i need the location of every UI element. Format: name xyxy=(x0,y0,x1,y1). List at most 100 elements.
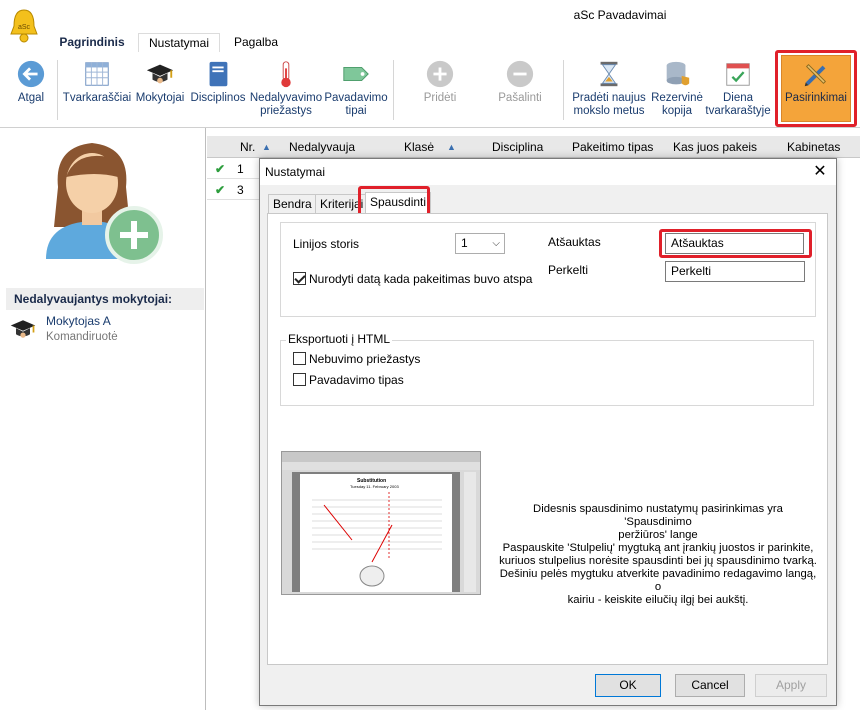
absent-teacher-name[interactable]: Mokytojas A xyxy=(46,314,111,328)
table-row[interactable]: ✔ 1 xyxy=(207,159,260,179)
timetables-label: Tvarkaraščiai xyxy=(62,92,132,104)
info-line: Dešiniu pelės mygtuku atverkite pavadini… xyxy=(499,568,817,593)
teachers-button[interactable]: Mokytojai xyxy=(132,56,188,124)
apply-button[interactable]: Apply xyxy=(755,674,827,697)
info-line: Didesnis spausdinimo nustatymų pasirinki… xyxy=(533,503,783,528)
export-substitution-type-row[interactable]: Pavadavimo tipas xyxy=(293,373,404,387)
app-title: aSc Pavadavimai xyxy=(573,8,667,22)
tab-general[interactable]: Bendra xyxy=(268,194,317,214)
check-icon: ✔ xyxy=(215,162,226,176)
column-class[interactable]: Klasė xyxy=(404,136,434,158)
export-absence-reasons-checkbox[interactable] xyxy=(293,352,306,365)
pencil-ruler-icon xyxy=(804,63,827,87)
dialog-title-bar xyxy=(260,159,836,185)
sort-arrow-icon: ▲ xyxy=(447,142,456,152)
export-absence-reasons-row[interactable]: Nebuvimo priežastys xyxy=(293,352,420,366)
app-logo-text: aSc xyxy=(18,24,31,31)
column-room[interactable]: Kabinetas xyxy=(787,136,840,158)
custom-settings-button[interactable]: Pasirinkimai xyxy=(781,55,851,122)
absence-reasons-label-2: priežastys xyxy=(260,105,312,117)
check-icon: ✔ xyxy=(215,183,226,197)
dialog-title: Nustatymai xyxy=(265,165,326,179)
back-label: Atgal xyxy=(17,92,45,104)
cancelled-field[interactable]: Atšauktas xyxy=(665,233,804,254)
plus-circle-icon xyxy=(426,60,454,88)
chevron-down-icon: ⌵ xyxy=(492,238,500,249)
cancel-button[interactable]: Cancel xyxy=(675,674,745,697)
column-subject[interactable]: Disciplina xyxy=(492,136,543,158)
day-timetable-label-1: Diena xyxy=(722,92,754,104)
ribbon-separator xyxy=(57,60,58,120)
column-absent[interactable]: Nedalyvauja xyxy=(289,136,355,158)
backup-label-1: Rezervinė xyxy=(651,92,703,104)
backup-button[interactable]: Rezervinė kopija xyxy=(650,56,704,124)
new-school-year-label-2: mokslo metus xyxy=(573,105,645,117)
graduation-cap-icon xyxy=(146,64,174,84)
hourglass-icon xyxy=(600,61,618,87)
add-teacher-avatar-icon xyxy=(46,143,163,264)
column-substitution-type[interactable]: Pakeitimo tipas xyxy=(572,136,653,158)
timetable-grid-icon xyxy=(85,62,109,86)
absent-teacher-reason: Komandiruotė xyxy=(46,331,118,343)
column-nr[interactable]: Nr. xyxy=(240,136,255,158)
remove-button[interactable]: Pašalinti xyxy=(488,56,552,124)
ribbon-separator xyxy=(393,60,394,120)
date-checkbox[interactable] xyxy=(293,272,306,285)
date-checkbox-row[interactable]: Nurodyti datą kada pakeitimas buvo atspa xyxy=(293,272,532,286)
print-tab-highlight-frame xyxy=(358,186,430,216)
back-button[interactable]: Atgal xyxy=(6,56,56,124)
line-width-select[interactable]: 1 ⌵ xyxy=(455,233,505,254)
backup-label-2: kopija xyxy=(661,105,693,117)
date-checkbox-label: Nurodyti datą kada pakeitimas buvo atspa xyxy=(309,272,533,286)
info-line: Paspauskite 'Stulpelių' mygtuką ant įran… xyxy=(502,542,814,554)
absent-teachers-header: Nedalyvaujantys mokytojai: xyxy=(6,288,204,310)
tab-pagrindinis[interactable]: Pagrindinis xyxy=(52,33,132,52)
export-substitution-type-label: Pavadavimo tipas xyxy=(309,373,404,387)
table-row[interactable]: ✔ 3 xyxy=(207,180,260,200)
minus-circle-icon xyxy=(506,60,534,88)
print-preview-thumbnail: Substitution Tuesday 11. February 2003 xyxy=(281,451,481,595)
moved-field[interactable]: Perkelti xyxy=(665,261,805,282)
line-width-value: 1 xyxy=(461,236,468,250)
cancelled-label: Atšauktas xyxy=(548,235,601,249)
row-nr: 1 xyxy=(237,162,244,176)
settings-dialog: Nustatymai ✕ Bendra Kriterijai Spausdint… xyxy=(259,158,837,706)
tab-nustatymai[interactable]: Nustatymai xyxy=(138,33,220,52)
day-timetable-label-2: tvarkaraštyje xyxy=(705,105,771,117)
back-arrow-icon xyxy=(17,60,45,88)
timetables-button[interactable]: Tvarkaraščiai xyxy=(62,56,132,124)
calendar-check-icon xyxy=(726,63,750,86)
new-school-year-button[interactable]: Pradėti naujus mokslo metus xyxy=(568,56,650,124)
ribbon-separator xyxy=(563,60,564,120)
info-line: kuriuos stulpelius norėsite spausdinti b… xyxy=(499,555,817,567)
grid-header: Nr. ▲ Nedalyvauja Klasė ▲ Disciplina Pak… xyxy=(207,136,860,158)
print-info-text: Didesnis spausdinimo nustatymų pasirinki… xyxy=(499,503,817,607)
teachers-label: Mokytojai xyxy=(135,92,185,104)
subjects-label: Disciplinos xyxy=(190,92,246,104)
custom-settings-label: Pasirinkimai xyxy=(785,92,847,104)
info-line: peržiūros' lange xyxy=(618,529,698,541)
column-substitute[interactable]: Kas juos pakeis xyxy=(673,136,757,158)
subjects-button[interactable]: Disciplinos xyxy=(188,56,248,124)
thermometer-icon xyxy=(281,61,291,88)
database-icon xyxy=(666,61,690,86)
tag-icon xyxy=(343,66,369,82)
absence-reasons-button[interactable]: Nedalyvavimo priežastys xyxy=(248,56,324,124)
new-school-year-label-1: Pradėti naujus xyxy=(572,92,646,104)
export-substitution-type-checkbox[interactable] xyxy=(293,373,306,386)
day-timetable-button[interactable]: Diena tvarkaraštyje xyxy=(704,56,772,124)
sort-arrow-icon: ▲ xyxy=(262,142,271,152)
add-absent-teacher-button[interactable] xyxy=(36,137,164,267)
tab-pagalba[interactable]: Pagalba xyxy=(224,33,288,52)
ok-button[interactable]: OK xyxy=(595,674,661,697)
teacher-cap-icon xyxy=(8,315,38,343)
add-label: Pridėti xyxy=(423,92,457,104)
substitution-types-label-1: Pavadavimo xyxy=(324,92,388,104)
export-absence-reasons-label: Nebuvimo priežastys xyxy=(309,352,421,366)
export-html-group-label: Eksportuoti į HTML xyxy=(286,332,393,346)
add-button[interactable]: Pridėti xyxy=(410,56,470,124)
book-icon xyxy=(209,61,228,87)
print-tab-page: Linijos storis 1 ⌵ Nurodyti datą kada pa… xyxy=(267,213,828,665)
close-icon[interactable]: ✕ xyxy=(808,162,832,182)
substitution-types-button[interactable]: Pavadavimo tipai xyxy=(324,56,388,124)
